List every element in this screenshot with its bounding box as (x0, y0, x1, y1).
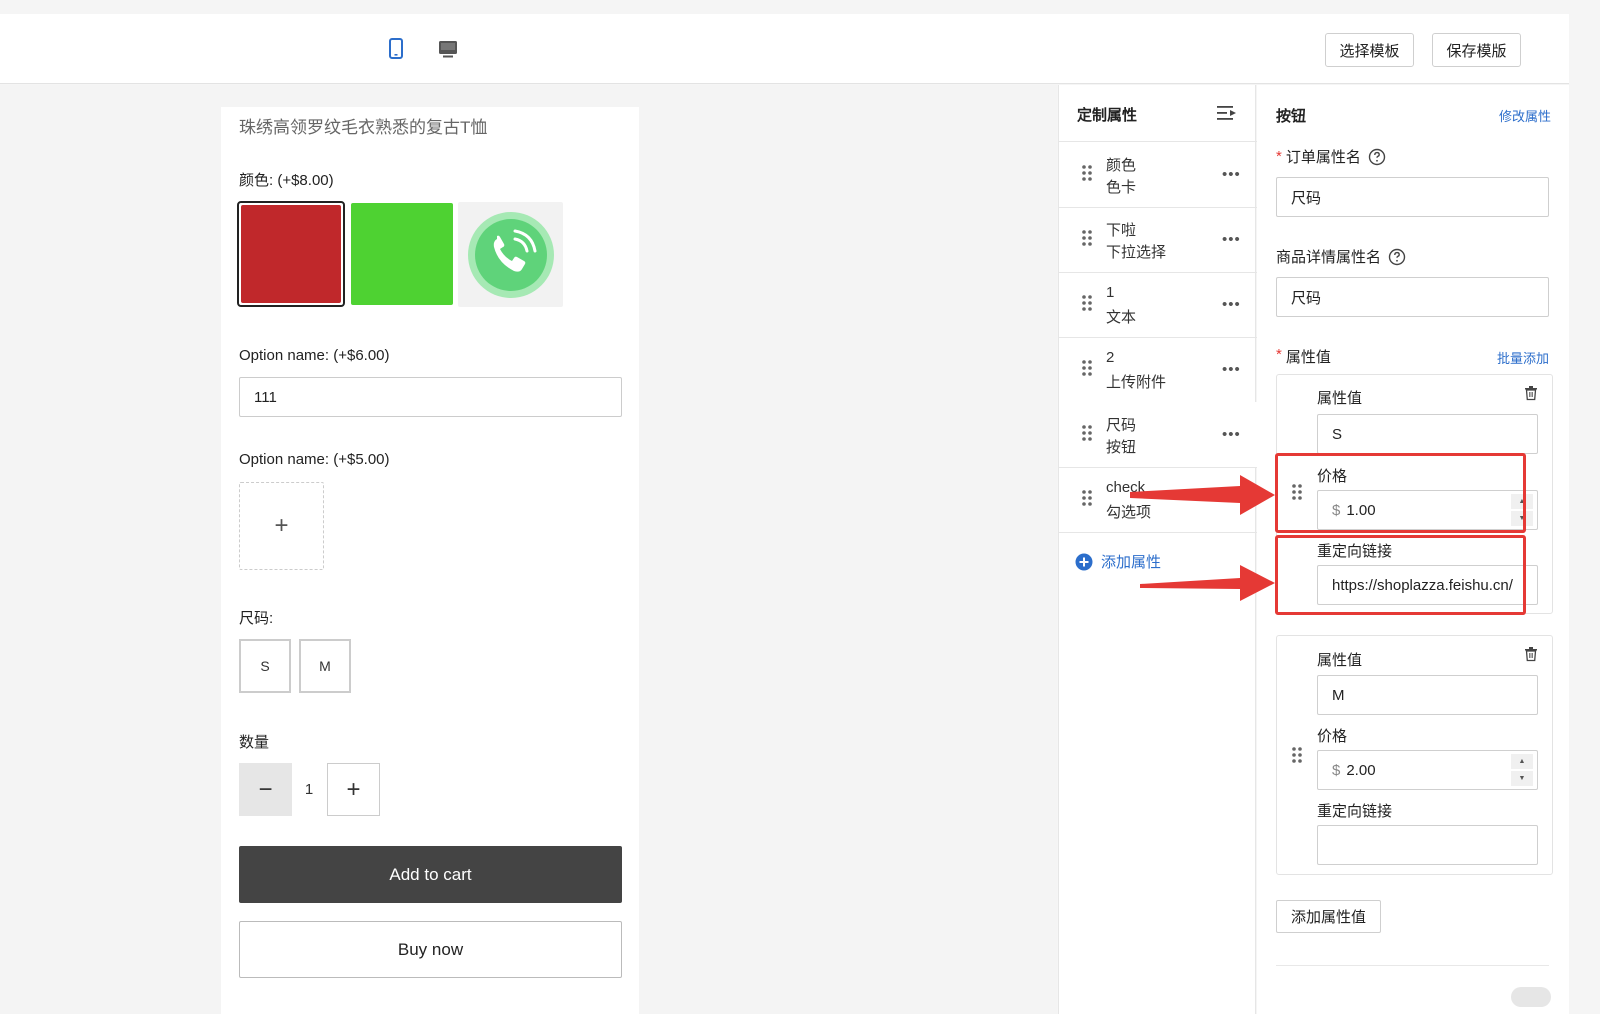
annotation-arrow-redirect (1140, 565, 1275, 601)
mobile-icon[interactable] (384, 37, 408, 61)
option1-input[interactable]: 111 (239, 377, 622, 417)
attribute-item-color[interactable]: 颜色 色卡 ••• (1059, 142, 1257, 208)
detail-attr-label: 商品详情属性名 (1276, 249, 1382, 266)
more-icon[interactable]: ••• (1222, 231, 1241, 248)
plus-circle-icon (1075, 553, 1093, 570)
attribute-type: 文本 (1106, 309, 1137, 326)
annotation-box-price (1275, 453, 1526, 533)
required-mark: * (1276, 346, 1282, 363)
sort-list-icon[interactable] (1215, 103, 1239, 123)
swatch-image[interactable] (458, 202, 563, 307)
value-field-label: 属性值 (1317, 652, 1363, 669)
page-scrollbar[interactable] (1569, 0, 1600, 1014)
drag-handle-icon[interactable] (1081, 164, 1093, 182)
attributes-title: 定制属性 (1077, 107, 1138, 124)
chevron-down-icon[interactable]: ▼ (1511, 771, 1533, 786)
mobile-preview: 珠绣高领罗纹毛衣熟悉的复古T恤 颜色: (+$8.00) Option name… (221, 107, 639, 1014)
attribute-name: 2 (1106, 349, 1115, 366)
desktop-icon[interactable] (436, 37, 460, 61)
drag-handle-icon[interactable] (1081, 229, 1093, 247)
add-value-button[interactable]: 添加属性值 (1276, 900, 1381, 933)
order-attr-label: 订单属性名 (1285, 149, 1361, 166)
upload-button[interactable]: + (239, 482, 324, 570)
drag-handle-icon[interactable] (1081, 359, 1093, 377)
more-icon[interactable]: ••• (1222, 361, 1241, 378)
phone-icon (467, 211, 554, 298)
help-icon[interactable] (1368, 148, 1386, 166)
top-toolbar: 选择模板 保存模版 (0, 14, 1569, 84)
more-icon[interactable]: ••• (1222, 426, 1241, 443)
size-button-m[interactable]: M (299, 639, 351, 693)
panel-title: 按钮 (1276, 108, 1307, 125)
chevron-up-icon[interactable]: ▲ (1511, 754, 1533, 769)
value-input-s[interactable]: S (1317, 414, 1538, 454)
quantity-increase-button[interactable]: + (327, 763, 380, 816)
preview-canvas: 珠绣高领罗纹毛衣熟悉的复古T恤 颜色: (+$8.00) Option name… (0, 85, 1057, 1014)
size-label: 尺码: (239, 610, 274, 627)
attribute-type: 按钮 (1106, 439, 1137, 456)
quantity-value[interactable]: 1 (292, 763, 326, 816)
attribute-item-text[interactable]: 1 文本 ••• (1059, 272, 1257, 338)
order-attr-input[interactable]: 尺码 (1276, 177, 1549, 217)
swatch-green[interactable] (351, 203, 453, 305)
attribute-name: 1 (1106, 284, 1115, 301)
currency-symbol: $ (1332, 761, 1341, 779)
quantity-label: 数量 (239, 734, 270, 751)
attribute-name: 下啦 (1106, 222, 1137, 239)
price-value: 2.00 (1346, 761, 1376, 779)
redirect-input-m[interactable] (1317, 825, 1538, 865)
edit-attribute-link[interactable]: 修改属性 (1499, 106, 1551, 125)
annotation-box-redirect (1275, 535, 1526, 615)
attribute-type: 色卡 (1106, 179, 1137, 196)
select-template-button[interactable]: 选择模板 (1325, 33, 1414, 67)
buy-now-button[interactable]: Buy now (239, 921, 622, 978)
price-stepper[interactable]: ▲ ▼ (1511, 754, 1533, 786)
values-label: 属性值 (1285, 349, 1331, 366)
drag-handle-icon[interactable] (1291, 746, 1303, 764)
attributes-header: 定制属性 (1059, 85, 1257, 142)
attribute-item-dropdown[interactable]: 下啦 下拉选择 ••• (1059, 207, 1257, 273)
color-option-label: 颜色: (+$8.00) (239, 172, 334, 189)
annotation-arrow-price (1130, 475, 1275, 515)
required-mark: * (1276, 148, 1282, 165)
detail-attr-input[interactable]: 尺码 (1276, 277, 1549, 317)
drag-handle-icon[interactable] (1081, 294, 1093, 312)
trash-icon[interactable] (1524, 385, 1538, 401)
trash-icon[interactable] (1524, 646, 1538, 662)
divider (1276, 965, 1549, 966)
attribute-item-upload[interactable]: 2 上传附件 ••• (1059, 337, 1257, 403)
price-label: 价格 (1317, 728, 1348, 745)
product-title: 珠绣高领罗纹毛衣熟悉的复古T恤 (239, 118, 488, 137)
more-icon[interactable]: ••• (1222, 296, 1241, 313)
add-to-cart-button[interactable]: Add to cart (239, 846, 622, 903)
annotation-arrows (1130, 475, 1275, 601)
batch-add-link[interactable]: 批量添加 (1497, 348, 1549, 367)
size-button-s[interactable]: S (239, 639, 291, 693)
save-template-button[interactable]: 保存模版 (1432, 33, 1521, 67)
swatch-red[interactable] (237, 201, 345, 307)
value-field-label: 属性值 (1317, 390, 1363, 407)
attribute-type: 上传附件 (1106, 374, 1167, 391)
option1-label: Option name: (+$6.00) (239, 347, 390, 364)
attribute-type: 下拉选择 (1106, 244, 1167, 261)
drag-handle-icon[interactable] (1081, 424, 1093, 442)
quantity-decrease-button[interactable]: − (239, 763, 292, 816)
option2-label: Option name: (+$5.00) (239, 451, 390, 468)
drag-handle-icon[interactable] (1081, 489, 1093, 507)
help-icon[interactable] (1388, 248, 1406, 266)
price-input-m[interactable]: $ 2.00 ▲ ▼ (1317, 750, 1538, 790)
values-label-row: * 属性值 (1276, 346, 1331, 367)
swatch-red-fill (241, 205, 341, 303)
value-card-m: 属性值 M 价格 $ 2.00 ▲ ▼ 重定向链接 (1276, 635, 1553, 875)
value-input-m[interactable]: M (1317, 675, 1538, 715)
attribute-name: 颜色 (1106, 157, 1137, 174)
order-attr-label-row: * 订单属性名 (1276, 146, 1386, 167)
plus-icon: + (274, 512, 289, 539)
more-icon[interactable]: ••• (1222, 166, 1241, 183)
redirect-label: 重定向链接 (1317, 803, 1393, 820)
attribute-name: 尺码 (1106, 417, 1137, 434)
detail-attr-label-row: 商品详情属性名 (1276, 246, 1406, 267)
attribute-item-size[interactable]: 尺码 按钮 ••• (1059, 402, 1257, 468)
toggle-switch[interactable] (1511, 987, 1551, 1007)
